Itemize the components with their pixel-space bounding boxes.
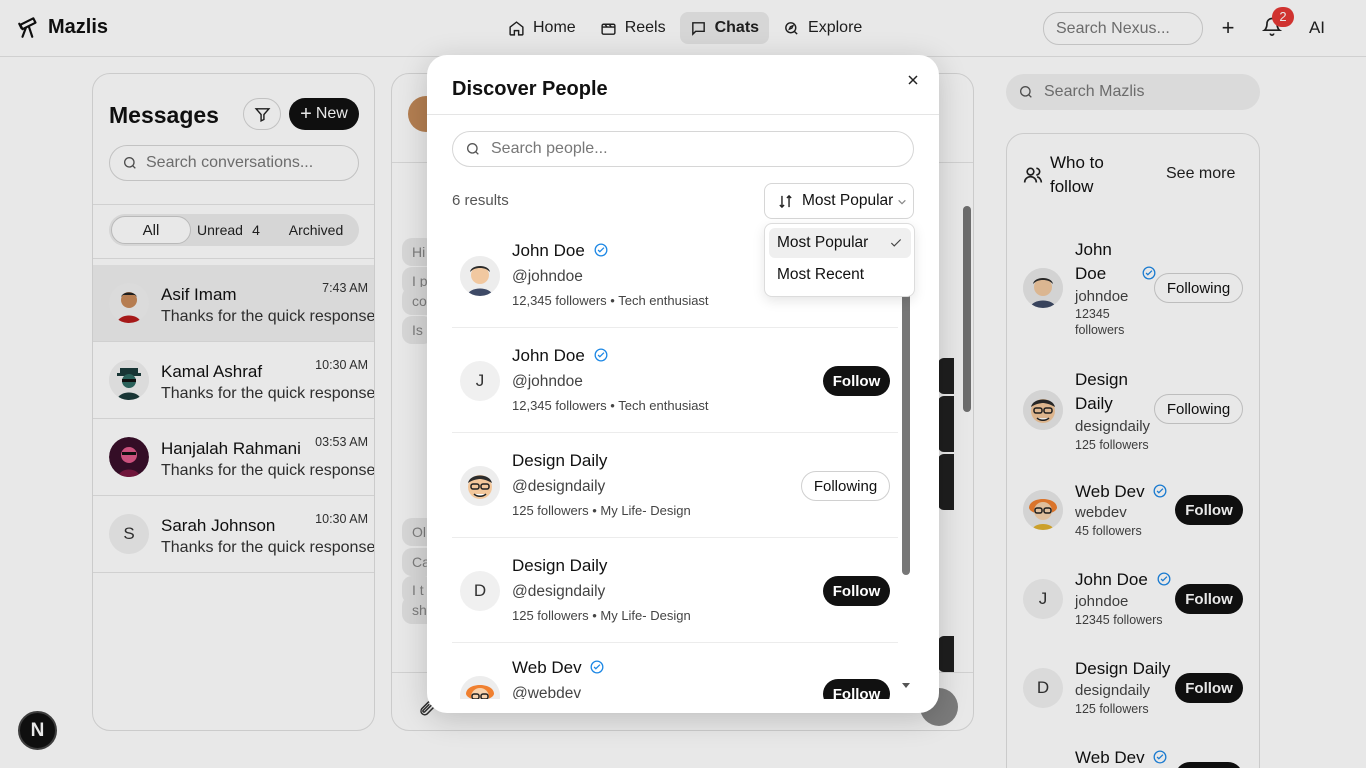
scrollbar-thumb[interactable] [902,281,910,575]
sort-option-most-recent[interactable]: Most Recent [769,260,911,290]
verified-icon [594,348,607,362]
person-name-text: John Doe [512,346,585,365]
follow-button[interactable]: Follow [823,366,890,396]
results-count: 6 results [452,192,509,209]
person-name-text: John Doe [512,241,585,260]
sort-option-most-popular[interactable]: Most Popular [769,228,911,258]
divider [427,114,939,115]
people-search-placeholder: Search people... [491,140,608,157]
close-icon [908,75,918,85]
following-button[interactable]: Following [801,471,890,501]
avatar [460,466,500,506]
verified-icon [590,660,604,674]
people-search-input[interactable]: Search people... [452,131,914,167]
sort-option-label: Most Recent [777,266,865,283]
chevron-down-icon [898,199,906,205]
search-icon [467,143,479,155]
list-item: J John Doe @johndoe 12,345 followers • T… [452,328,898,433]
list-item: Web Dev @webdev Follow [452,643,898,699]
person-name: John Doe [512,241,608,261]
person-name: Web Dev [512,658,604,678]
person-meta: 12,345 followers • Tech enthusiast [512,398,709,413]
sort-option-label: Most Popular [777,234,869,251]
follow-button[interactable]: Follow [823,576,890,606]
person-name: Design Daily [512,556,608,575]
person-meta: 12,345 followers • Tech enthusiast [512,293,709,308]
person-name: John Doe [512,346,608,366]
sort-icon [779,194,792,208]
sort-selected-label: Most Popular [802,192,894,209]
verified-icon [594,243,607,257]
person-handle: @johndoe [512,268,583,285]
scroll-down-arrow-icon[interactable] [902,683,910,688]
avatar [460,256,500,296]
person-name: Design Daily [512,451,608,470]
sort-select[interactable]: Most Popular [764,183,914,219]
check-icon [890,239,902,247]
close-button[interactable] [905,72,921,88]
avatar [460,676,500,699]
person-handle: @johndoe [512,373,583,390]
person-handle: @designdaily [512,583,606,600]
sort-dropdown-menu: Most Popular Most Recent [764,223,915,297]
follow-button[interactable]: Follow [823,679,890,699]
avatar: D [460,571,500,611]
person-meta: 125 followers • My Life- Design [512,503,691,518]
person-meta: 125 followers • My Life- Design [512,608,691,623]
person-name-text: Web Dev [512,658,582,677]
modal-scrollbar[interactable] [901,275,911,695]
person-handle: @webdev [512,685,582,699]
avatar: J [460,361,500,401]
list-item: Design Daily @designdaily 125 followers … [452,433,898,538]
modal-title: Discover People [452,78,608,100]
discover-people-modal: Discover People Search people... 6 resul… [427,55,939,713]
list-item: D Design Daily @designdaily 125 follower… [452,538,898,643]
person-handle: @designdaily [512,478,606,495]
